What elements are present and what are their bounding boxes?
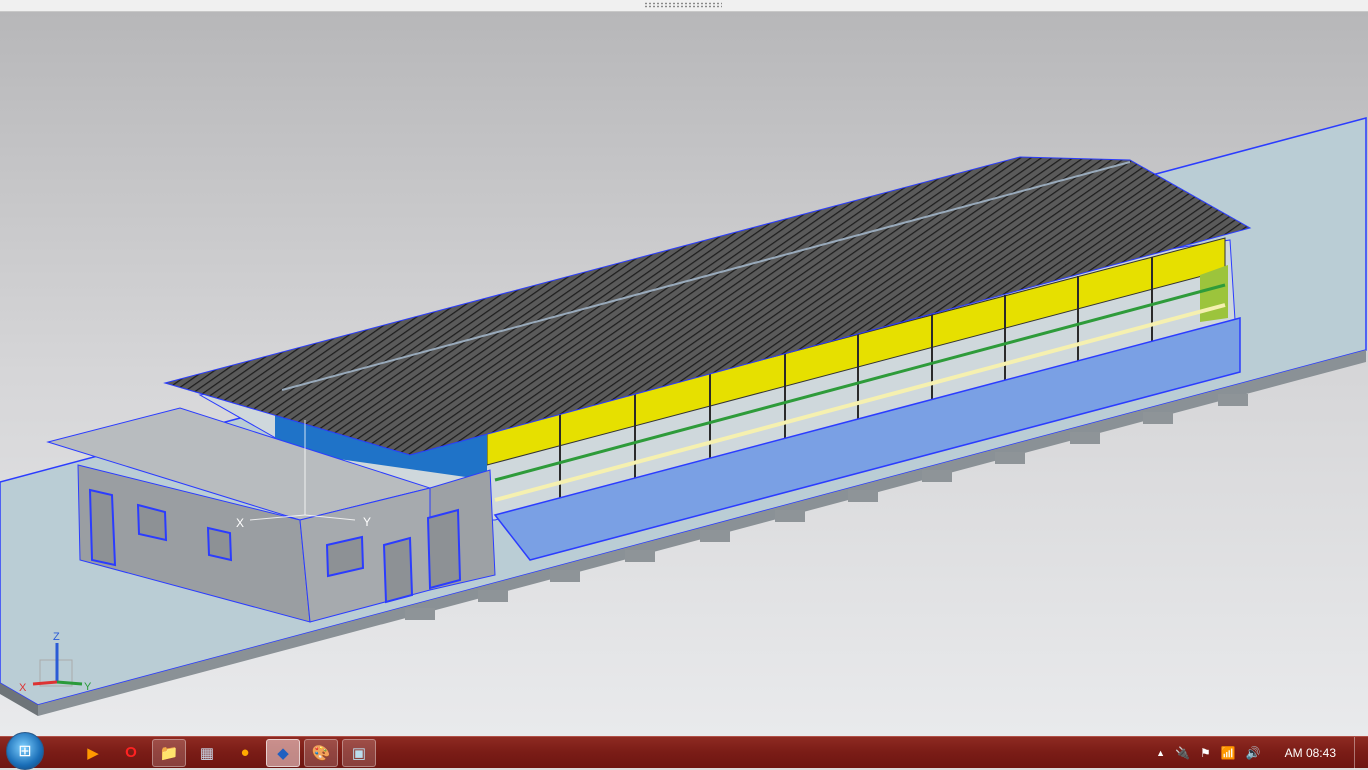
taskbar: ⊞ ▶ O 📁 ▦ ● ◆ 🎨 ▣ ▲ 🔌 ⚑ 📶 🔊 AM 08:43 [0,731,1368,770]
paint-icon[interactable]: 🎨 [304,738,338,767]
clock[interactable]: AM 08:43 [1285,746,1336,760]
resize-grip[interactable] [644,2,722,8]
power-icon[interactable]: 🔌 [1175,746,1190,760]
show-hidden-icons-button[interactable]: ▲ [1156,748,1165,758]
start-button[interactable]: ⊞ [6,731,44,770]
show-desktop-button[interactable] [1354,737,1368,769]
volume-icon[interactable]: 🔊 [1246,746,1261,760]
messenger-icon[interactable]: ● [228,739,262,767]
window-top-bar [0,0,1368,12]
media-player-icon[interactable]: ▶ [76,739,110,767]
action-center-flag-icon[interactable]: ⚑ [1200,746,1211,760]
file-explorer-icon[interactable]: 📁 [152,738,186,767]
wcs-y-label: Y [363,515,371,529]
cad-app-icon[interactable]: ◆ [266,738,300,767]
triad-y-label: Y [84,681,92,693]
triad-z-label: Z [53,631,60,643]
calculator-icon[interactable]: ▦ [190,739,224,767]
opera-icon[interactable]: O [114,739,148,767]
system-tray: ▲ 🔌 ⚑ 📶 🔊 AM 08:43 [1156,737,1336,769]
picture-viewer-icon[interactable]: ▣ [342,738,376,767]
cad-viewport[interactable]: X Y Z X Y [0,12,1368,736]
network-icon[interactable]: 📶 [1221,746,1236,760]
triad-x-label: X [19,682,27,694]
wcs-x-label: X [236,516,244,530]
building-3d-model: X Y Z X Y [0,117,1367,716]
